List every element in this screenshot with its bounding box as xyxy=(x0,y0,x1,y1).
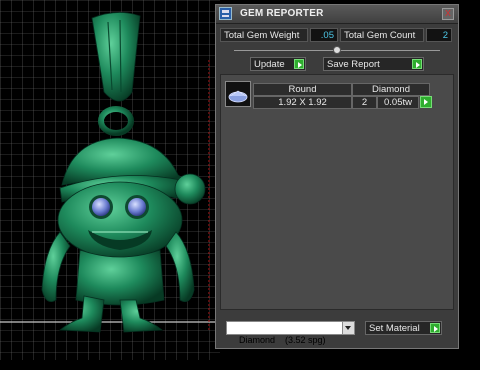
gem-thumbnail[interactable] xyxy=(225,81,251,107)
gem-reporter-panel: GEM REPORTER x Total Gem Weight .05 Tota… xyxy=(215,4,459,349)
gem-list: Round Diamond 1.92 X 1.92 2 0.05tw xyxy=(220,74,454,310)
update-label: Update xyxy=(254,59,285,70)
go-arrow-icon xyxy=(412,59,422,69)
total-gem-weight-value: .05 xyxy=(310,28,338,42)
set-material-label: Set Material xyxy=(369,323,420,334)
close-icon[interactable]: x xyxy=(442,8,454,20)
gem-thumbnail-icon xyxy=(228,90,248,103)
gem-right xyxy=(128,198,146,216)
titlebar[interactable]: GEM REPORTER x xyxy=(216,5,458,24)
go-arrow-icon xyxy=(430,323,440,333)
material-selected-value: Diamond (3.52 spg) xyxy=(239,335,326,345)
update-button[interactable]: Update xyxy=(250,57,306,71)
go-arrow-icon xyxy=(420,96,432,108)
gem-count-cell: 2 xyxy=(352,96,377,109)
save-report-button[interactable]: Save Report xyxy=(323,57,424,71)
panel-title: GEM REPORTER xyxy=(240,8,324,19)
gem-shape-header: Round xyxy=(253,83,352,96)
slider-thumb[interactable] xyxy=(333,46,341,54)
total-gem-count-label: Total Gem Count xyxy=(340,28,424,42)
gem-left xyxy=(92,198,110,216)
gem-type-header: Diamond xyxy=(352,83,430,96)
save-report-label: Save Report xyxy=(327,59,380,70)
total-gem-weight-label: Total Gem Weight xyxy=(220,28,308,42)
chevron-down-icon[interactable] xyxy=(342,322,354,334)
app-icon xyxy=(219,7,232,20)
set-material-button[interactable]: Set Material xyxy=(365,321,442,335)
gem-weight-cell: 0.05tw xyxy=(377,96,419,109)
gem-row-go-button[interactable] xyxy=(419,96,432,109)
gem-size-cell: 1.92 X 1.92 xyxy=(253,96,352,109)
go-arrow-icon xyxy=(294,59,304,69)
total-gem-count-value: 2 xyxy=(426,28,452,42)
material-dropdown[interactable]: Diamond (3.52 spg) xyxy=(226,321,355,345)
